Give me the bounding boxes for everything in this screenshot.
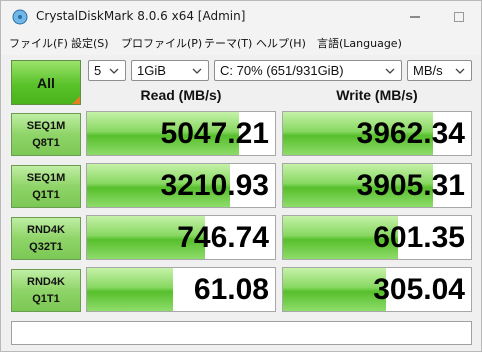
read-value: 61.08: [193, 273, 269, 306]
drive-select[interactable]: C: 70% (651/931GiB): [214, 60, 402, 81]
read-value: 3210.93: [160, 169, 269, 202]
minimize-icon: [410, 16, 420, 18]
test-label-line2: Q8T1: [32, 136, 60, 149]
restore-icon: [454, 12, 464, 22]
read-value: 746.74: [177, 221, 269, 254]
count-select[interactable]: 5: [88, 60, 126, 81]
count-value: 5: [94, 63, 102, 78]
menu-settings[interactable]: 設定(S): [71, 35, 109, 51]
test-button-seq1m-q8t1[interactable]: SEQ1M Q8T1: [11, 113, 81, 156]
test-button-seq1m-q1t1[interactable]: SEQ1M Q1T1: [11, 165, 81, 208]
size-select[interactable]: 1GiB: [131, 60, 209, 81]
chevron-down-icon: [385, 68, 395, 74]
test-label-line1: RND4K: [27, 223, 65, 236]
test-label-line2: Q32T1: [29, 240, 63, 253]
write-result-cell: 305.04: [282, 267, 472, 312]
menu-bar: ファイル(F) 設定(S) プロファイル(P) テーマ(T) ヘルプ(H) 言語…: [1, 33, 481, 55]
test-label-line2: Q1T1: [32, 188, 60, 201]
unit-value: MB/s: [413, 63, 443, 78]
test-button-rnd4k-q32t1[interactable]: RND4K Q32T1: [11, 217, 81, 260]
chevron-down-icon: [455, 68, 465, 74]
menu-file[interactable]: ファイル(F): [9, 35, 68, 51]
read-bar: [87, 268, 174, 311]
read-result-cell: 61.08: [86, 267, 276, 312]
menu-profile[interactable]: プロファイル(P): [121, 35, 202, 51]
read-header: Read (MB/s): [140, 87, 222, 103]
size-value: 1GiB: [137, 63, 166, 78]
all-button[interactable]: All: [11, 60, 81, 105]
test-label-line2: Q1T1: [32, 292, 60, 305]
write-bar: [283, 268, 387, 311]
test-label-line1: RND4K: [27, 275, 65, 288]
test-label-line1: SEQ1M: [26, 171, 66, 184]
read-result-cell: 746.74: [86, 215, 276, 260]
app-window: CrystalDiskMark 8.0.6 x64 [Admin] ファイル(F…: [0, 0, 482, 352]
menu-language[interactable]: 言語(Language): [317, 35, 402, 51]
write-result-cell: 3962.34: [282, 111, 472, 156]
main-panel: All 5 1GiB C: 70% (651/931GiB) MB/s Read…: [1, 55, 481, 351]
window-title: CrystalDiskMark 8.0.6 x64 [Admin]: [36, 9, 246, 23]
test-button-rnd4k-q1t1[interactable]: RND4K Q1T1: [11, 269, 81, 312]
menu-theme[interactable]: テーマ(T): [204, 35, 252, 51]
restore-button[interactable]: [437, 1, 481, 33]
chevron-down-icon: [109, 68, 119, 74]
write-value: 601.35: [373, 221, 465, 254]
write-header: Write (MB/s): [336, 87, 418, 103]
menu-help[interactable]: ヘルプ(H): [256, 35, 306, 51]
write-value: 3962.34: [356, 117, 465, 150]
write-value: 305.04: [373, 273, 465, 306]
write-result-cell: 601.35: [282, 215, 472, 260]
minimize-button[interactable]: [393, 1, 437, 33]
unit-select[interactable]: MB/s: [407, 60, 472, 81]
read-result-cell: 5047.21: [86, 111, 276, 156]
all-button-label: All: [37, 74, 55, 91]
app-icon: [12, 9, 28, 25]
comment-field[interactable]: [11, 321, 472, 345]
drive-value: C: 70% (651/931GiB): [220, 63, 344, 78]
chevron-down-icon: [192, 68, 202, 74]
corner-marker: [72, 96, 80, 104]
read-value: 5047.21: [160, 117, 269, 150]
write-value: 3905.31: [356, 169, 465, 202]
write-result-cell: 3905.31: [282, 163, 472, 208]
read-result-cell: 3210.93: [86, 163, 276, 208]
title-bar: CrystalDiskMark 8.0.6 x64 [Admin]: [1, 1, 481, 33]
test-label-line1: SEQ1M: [26, 119, 66, 132]
